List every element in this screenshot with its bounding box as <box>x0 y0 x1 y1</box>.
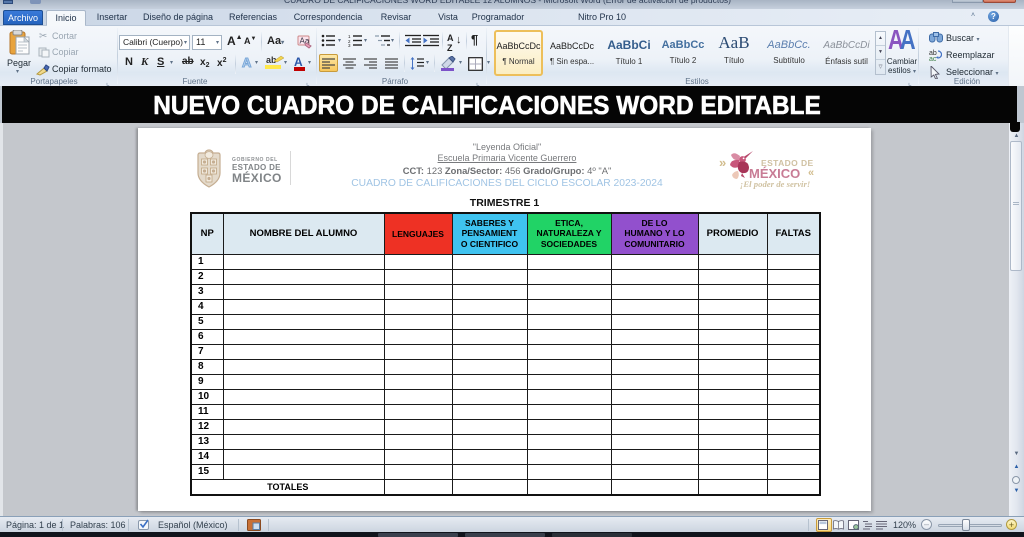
svg-text:ac: ac <box>929 56 937 61</box>
svg-text:3: 3 <box>348 43 351 47</box>
